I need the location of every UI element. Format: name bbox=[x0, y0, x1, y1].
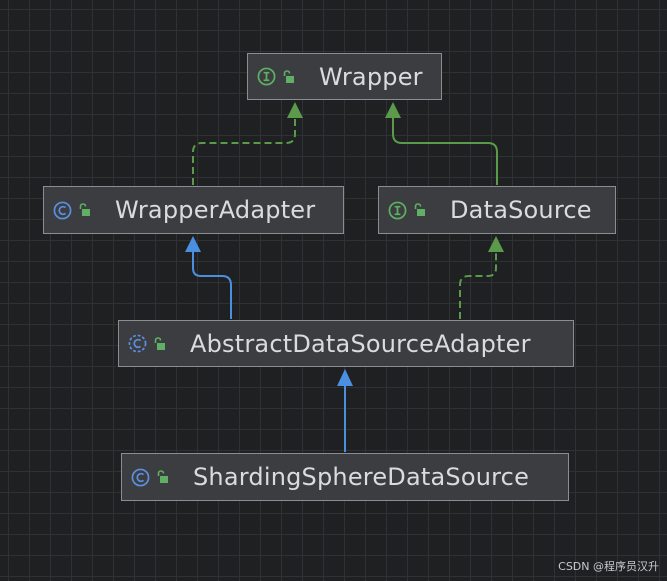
edge-wrapper-adapter-to-wrapper-arrow bbox=[287, 102, 303, 118]
node-label: WrapperAdapter bbox=[115, 196, 316, 224]
diagram-canvas: Wrapper WrapperAdapter DataSource Abstra… bbox=[0, 0, 667, 581]
edge-data-source-to-wrapper bbox=[392, 117, 498, 185]
interface-icon bbox=[257, 67, 276, 86]
node-label: Wrapper bbox=[319, 62, 423, 91]
node-label: AbstractDataSourceAdapter bbox=[190, 329, 531, 358]
node-label: DataSource bbox=[450, 196, 592, 224]
edge-sharding-to-abstract-arrow bbox=[337, 369, 353, 386]
node-wrapper[interactable]: Wrapper bbox=[247, 53, 442, 100]
node-sharding-sphere-data-source[interactable]: ShardingSphereDataSource bbox=[121, 453, 569, 501]
class-icon bbox=[53, 201, 72, 219]
edge-abstract-to-wrapper-adapter bbox=[192, 251, 232, 319]
edge-abstract-to-data-source bbox=[459, 251, 497, 319]
edge-data-source-to-wrapper-arrow bbox=[385, 102, 401, 118]
watermark: CSDN @程序员汉升 bbox=[558, 560, 659, 573]
class-icon bbox=[131, 468, 150, 486]
unlocked-icon bbox=[157, 470, 168, 483]
edge-wrapper-adapter-to-wrapper bbox=[192, 117, 296, 185]
unlocked-icon bbox=[414, 203, 425, 216]
unlocked-icon bbox=[283, 69, 294, 83]
unlocked-icon bbox=[154, 336, 165, 350]
node-abstract-data-source-adapter[interactable]: AbstractDataSourceAdapter bbox=[118, 320, 574, 367]
unlocked-icon bbox=[79, 203, 90, 216]
node-data-source[interactable]: DataSource bbox=[378, 186, 616, 234]
abstract-class-icon bbox=[128, 334, 147, 353]
interface-icon bbox=[388, 201, 407, 219]
edge-abstract-to-wrapper-adapter-arrow bbox=[185, 236, 201, 252]
edge-abstract-to-data-source-arrow bbox=[488, 236, 504, 252]
node-label: ShardingSphereDataSource bbox=[193, 463, 530, 491]
node-wrapper-adapter[interactable]: WrapperAdapter bbox=[43, 186, 344, 234]
